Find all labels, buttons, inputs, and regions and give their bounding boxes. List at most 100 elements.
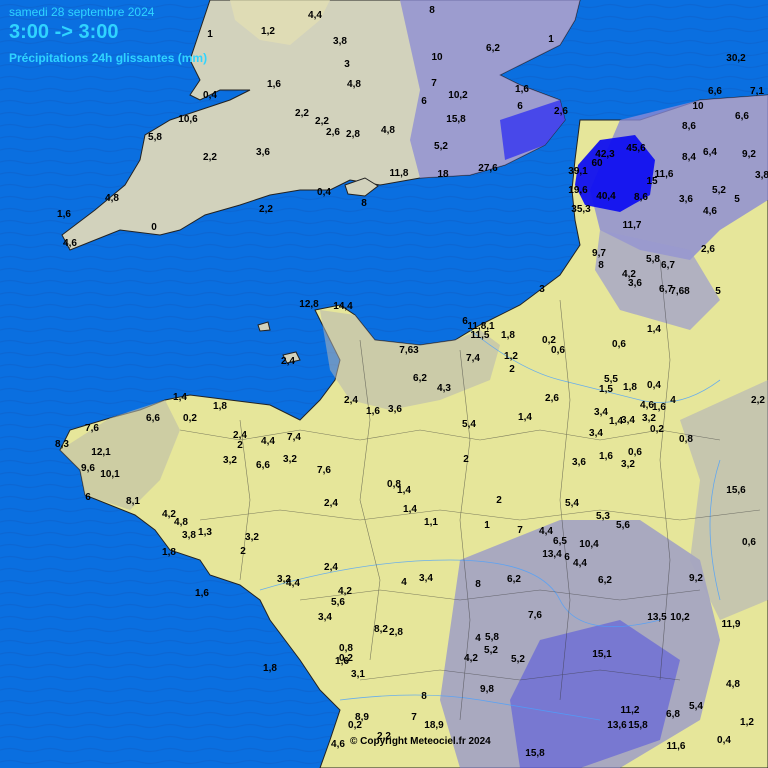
precipitation-value: 0,2 [339, 653, 353, 664]
precipitation-value: 1,4 [518, 412, 532, 423]
precipitation-value: 4 [475, 633, 481, 644]
precipitation-value: 10,1 [100, 469, 120, 480]
precipitation-value: 7,63 [399, 345, 419, 356]
precipitation-value: 4,8 [347, 79, 361, 90]
precipitation-value: 0,4 [647, 380, 661, 391]
precipitation-value: 2,6 [545, 393, 559, 404]
precipitation-value: 15,8 [446, 114, 466, 125]
precipitation-value: 2,6 [701, 244, 715, 255]
precipitation-value: 3,4 [594, 407, 608, 418]
precipitation-value: 8 [475, 579, 481, 590]
precipitation-value: 27,6 [478, 163, 498, 174]
precipitation-value: 3,2 [245, 532, 259, 543]
precipitation-value: 4,6 [331, 739, 345, 750]
header-date: samedi 28 septembre 2024 [9, 5, 155, 19]
precipitation-value: 7,68 [670, 286, 690, 297]
precipitation-value: 2,4 [344, 395, 358, 406]
precipitation-value: 1,8 [623, 382, 637, 393]
precipitation-value: 2 [509, 364, 515, 375]
precipitation-value: 35,3 [571, 204, 591, 215]
precipitation-value: 6,7 [661, 260, 675, 271]
precipitation-value: 3 [539, 284, 545, 295]
precipitation-value: 10 [692, 101, 704, 112]
precipitation-value: 7,1 [750, 86, 764, 97]
precipitation-value: 3,6 [628, 278, 642, 289]
header-time-range: 3:00 -> 3:00 [9, 21, 119, 43]
precipitation-value: 60 [591, 158, 603, 169]
precipitation-value: 2,8 [346, 129, 360, 140]
precipitation-value: 7 [431, 78, 437, 89]
precipitation-value: 15,6 [726, 485, 746, 496]
precipitation-value: 6,6 [735, 111, 749, 122]
precipitation-value: 1,6 [515, 84, 529, 95]
precipitation-value: 4,2 [338, 586, 352, 597]
precipitation-value: 5 [715, 286, 721, 297]
precipitation-value: 2,2 [295, 108, 309, 119]
precipitation-value: 3,8 [755, 170, 768, 181]
precipitation-value: 3,8 [182, 530, 196, 541]
precipitation-value: 1,6 [652, 402, 666, 413]
precipitation-value: 45,6 [626, 143, 646, 154]
precipitation-value: 2 [240, 546, 246, 557]
precipitation-value: 19,6 [568, 185, 588, 196]
precipitation-value: 11,9 [722, 619, 741, 630]
precipitation-value: 3,2 [642, 413, 656, 424]
precipitation-value: 0,4 [317, 187, 331, 198]
precipitation-value: 11,2 [621, 705, 640, 716]
precipitation-value: 10,2 [670, 612, 690, 623]
precipitation-value: 5,8 [485, 632, 499, 643]
precipitation-value: 4,4 [539, 526, 553, 537]
precipitation-value: 3,1 [351, 669, 365, 680]
precipitation-value: 8,6 [682, 121, 696, 132]
precipitation-value: 1,6 [366, 406, 380, 417]
precipitation-value: 8,3 [55, 439, 69, 450]
precipitation-value: 6,2 [598, 575, 612, 586]
precipitation-value: 3,6 [388, 404, 402, 415]
header-subtitle: Précipitations 24h glissantes (mm) [9, 51, 208, 65]
precipitation-value: 14,4 [333, 301, 353, 312]
precipitation-value: 6,6 [256, 460, 270, 471]
precipitation-value: 4 [401, 577, 407, 588]
precipitation-value: 1,6 [57, 209, 71, 220]
precipitation-value: 1,8 [213, 401, 227, 412]
precipitation-value: 11,6 [667, 741, 686, 752]
precipitation-value: 5,4 [462, 419, 476, 430]
precipitation-value: 6,6 [708, 86, 722, 97]
precipitation-value: 6,5 [553, 536, 567, 547]
precipitation-value: 1,2 [504, 351, 518, 362]
precipitation-value: 18,9 [424, 720, 444, 731]
precipitation-value: 1,1 [424, 517, 438, 528]
precipitation-value: 13,6 [607, 720, 627, 731]
precipitation-value: 6,2 [486, 43, 500, 54]
precipitation-value: 0,2 [650, 424, 664, 435]
precipitation-value: 1,4 [397, 485, 411, 496]
precipitation-value: 1,8 [162, 547, 176, 558]
precipitation-value: 10 [431, 52, 443, 63]
precipitation-value: 6 [421, 96, 427, 107]
precipitation-value: 8,2 [374, 624, 388, 635]
precipitation-value: 11,5 [471, 330, 490, 341]
precipitation-value: 6,4 [703, 147, 717, 158]
precipitation-value: 0,8 [679, 434, 693, 445]
precipitation-value: 11,7 [623, 220, 642, 231]
precipitation-value: 8,4 [682, 152, 696, 163]
precipitation-value: 8 [361, 198, 367, 209]
precipitation-value: 4,6 [703, 206, 717, 217]
precipitation-value: 6 [85, 492, 91, 503]
precipitation-value: 5,8 [646, 254, 660, 265]
precipitation-value: 9,2 [742, 149, 756, 160]
precipitation-value: 2,4 [324, 562, 338, 573]
precipitation-value: 0,4 [717, 735, 731, 746]
precipitation-value: 1,2 [261, 26, 275, 37]
precipitation-value: 3,4 [318, 612, 332, 623]
precipitation-value: 7,6 [85, 423, 99, 434]
precipitation-value: 6,6 [146, 413, 160, 424]
precipitation-value: 7,4 [466, 353, 480, 364]
precipitation-value: 6,8 [666, 709, 680, 720]
precipitation-value: 0,6 [628, 447, 642, 458]
precipitation-value: 3 [344, 59, 350, 70]
precipitation-value: 3,4 [419, 573, 433, 584]
precipitation-value: 3,2 [283, 454, 297, 465]
precipitation-value: 4,4 [286, 578, 300, 589]
precipitation-value: 0,2 [348, 720, 362, 731]
